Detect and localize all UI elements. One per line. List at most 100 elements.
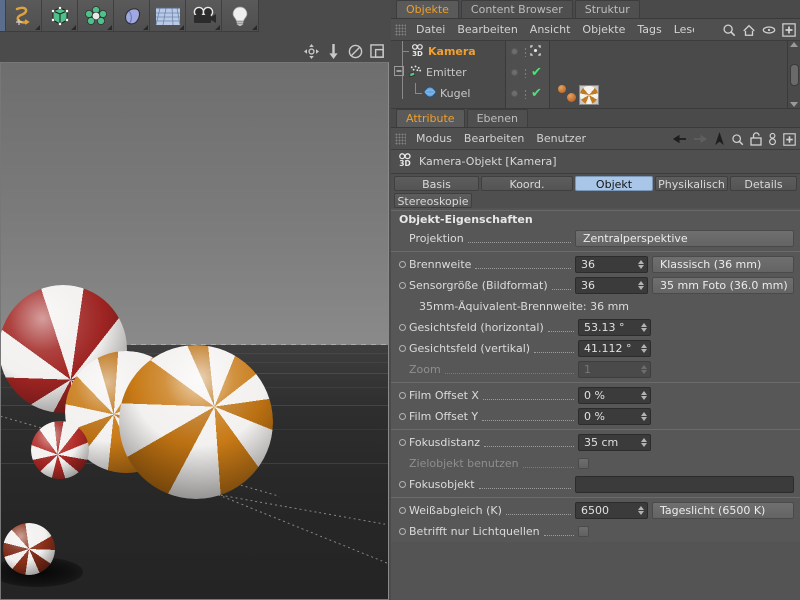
combo-sensorgroesse-preset[interactable]: 35 mm Foto (36.0 mm) [652, 277, 794, 294]
tab-koord[interactable]: Koord. [481, 176, 573, 191]
combo-projektion[interactable]: Zentralperspektive [575, 230, 794, 247]
maximize-viewport-icon[interactable] [370, 44, 385, 59]
object-manager-scrollbar[interactable] [787, 41, 800, 108]
tab-attribute[interactable]: Attribute [396, 109, 465, 127]
target-icon[interactable] [530, 45, 541, 59]
menu-lesezeichen[interactable]: Lese [668, 19, 694, 41]
tab-struktur[interactable]: Struktur [575, 0, 640, 18]
animate-radio-icon[interactable] [399, 528, 406, 535]
tree-row-kamera[interactable]: 3D Kamera [391, 41, 505, 62]
eye-icon[interactable] [762, 24, 776, 36]
menu-tags[interactable]: Tags [631, 19, 667, 41]
tab-objekte[interactable]: Objekte [396, 0, 459, 18]
plus-box-icon[interactable] [782, 23, 796, 37]
spinner-icon[interactable] [636, 260, 645, 269]
viewport-panel [0, 34, 391, 600]
input-gesichtsfeld-vertikal[interactable]: 41.112 ° [578, 340, 651, 357]
dolly-camera-icon[interactable] [326, 44, 341, 59]
tab-ebenen[interactable]: Ebenen [467, 109, 528, 127]
material-tag-thumbnail[interactable] [579, 85, 599, 105]
user-icon[interactable] [768, 132, 777, 146]
back-arrow-icon[interactable] [672, 133, 687, 145]
visibility-row-kamera[interactable] [506, 41, 549, 62]
menu-bearbeiten[interactable]: Bearbeiten [451, 19, 523, 41]
tree-row-kugel[interactable]: Kugel [391, 83, 505, 104]
animate-radio-icon[interactable] [399, 345, 406, 352]
panel-grip-icon[interactable] [395, 24, 406, 36]
camera-tool[interactable] [186, 0, 222, 31]
animate-radio-icon[interactable] [399, 261, 406, 268]
tree-row-emitter[interactable]: Emitter [391, 62, 505, 83]
light-tool[interactable] [222, 0, 258, 31]
tab-physikalisch[interactable]: Physikalisch [655, 176, 728, 191]
visibility-row-kugel[interactable]: ✔ [506, 83, 549, 104]
spinner-icon[interactable] [639, 412, 648, 421]
animate-radio-icon[interactable] [399, 282, 406, 289]
spinner-icon[interactable] [639, 391, 648, 400]
menu-benutzer[interactable]: Benutzer [530, 128, 592, 150]
input-film-offset-y[interactable]: 0 % [578, 408, 651, 425]
visibility-dot-icon[interactable] [511, 69, 518, 76]
grid-floor-tool[interactable] [150, 0, 186, 31]
input-gesichtsfeld-horizontal[interactable]: 53.13 ° [578, 319, 651, 336]
tab-stereoskopie[interactable]: Stereoskopie [394, 193, 472, 208]
lock-icon[interactable] [750, 132, 762, 146]
tab-basis[interactable]: Basis [394, 176, 479, 191]
scrollbar-thumb[interactable] [790, 64, 799, 86]
search-icon[interactable] [722, 23, 736, 37]
undo-redo-spline-tool[interactable] [6, 0, 42, 31]
spinner-icon[interactable] [639, 323, 648, 332]
linkfield-fokusobjekt[interactable] [575, 476, 794, 493]
checkbox-betrifft-nur-lichtquellen[interactable] [578, 526, 589, 537]
input-gesichtsfeld-vertikal-value: 41.112 ° [584, 342, 639, 355]
scroll-down-arrow-icon[interactable] [790, 102, 798, 107]
plus-box-icon[interactable] [783, 133, 796, 146]
expand-toggle-icon[interactable] [394, 66, 404, 79]
tab-objekt[interactable]: Objekt [575, 176, 653, 191]
spinner-icon[interactable] [639, 438, 648, 447]
deformer-tool[interactable] [114, 0, 150, 31]
input-fokusdistanz[interactable]: 35 cm [578, 434, 651, 451]
animate-radio-icon[interactable] [399, 413, 406, 420]
input-film-offset-x[interactable]: 0 % [578, 387, 651, 404]
menu-datei[interactable]: Datei [410, 19, 451, 41]
animate-radio-icon[interactable] [399, 481, 406, 488]
up-arrow-icon[interactable] [714, 132, 725, 146]
menu-modus[interactable]: Modus [410, 128, 458, 150]
particle-tag-dot[interactable] [558, 85, 566, 93]
input-sensorgroesse[interactable]: 36 [575, 277, 648, 294]
animate-radio-icon[interactable] [399, 439, 406, 446]
svg-text:3D: 3D [412, 49, 423, 58]
scroll-up-arrow-icon[interactable] [790, 42, 798, 47]
spinner-icon[interactable] [636, 506, 645, 515]
make-editable-tool[interactable] [42, 0, 78, 31]
visibility-row-emitter[interactable]: ✔ [506, 62, 549, 83]
combo-weissabgleich-preset[interactable]: Tageslicht (6500 K) [652, 502, 794, 519]
spinner-icon[interactable] [636, 281, 645, 290]
3d-viewport[interactable] [0, 62, 389, 600]
visibility-dot-icon[interactable] [511, 90, 518, 97]
tab-details[interactable]: Details [730, 176, 797, 191]
particle-tag-dot[interactable] [567, 93, 576, 102]
input-weissabgleich[interactable]: 6500 [575, 502, 648, 519]
move-camera-icon[interactable] [304, 44, 319, 59]
input-brennweite[interactable]: 36 [575, 256, 648, 273]
panel-grip-icon[interactable] [395, 133, 406, 145]
model-axis-mode[interactable] [78, 0, 114, 31]
menu-objekte[interactable]: Objekte [576, 19, 631, 41]
animate-radio-icon[interactable] [399, 324, 406, 331]
search-icon[interactable] [731, 133, 744, 146]
tab-content-browser[interactable]: Content Browser [461, 0, 573, 18]
enabled-check-icon[interactable]: ✔ [531, 87, 542, 100]
menu-bearbeiten[interactable]: Bearbeiten [458, 128, 530, 150]
animate-radio-icon[interactable] [399, 392, 406, 399]
visibility-dot-icon[interactable] [511, 48, 518, 55]
rotate-camera-icon[interactable] [348, 44, 363, 59]
grid-plane-icon [155, 5, 181, 27]
animate-radio-icon[interactable] [399, 507, 406, 514]
enabled-check-icon[interactable]: ✔ [531, 66, 542, 79]
combo-brennweite-preset[interactable]: Klassisch (36 mm) [652, 256, 794, 273]
home-icon[interactable] [742, 23, 756, 37]
spinner-icon[interactable] [639, 344, 648, 353]
menu-ansicht[interactable]: Ansicht [524, 19, 577, 41]
